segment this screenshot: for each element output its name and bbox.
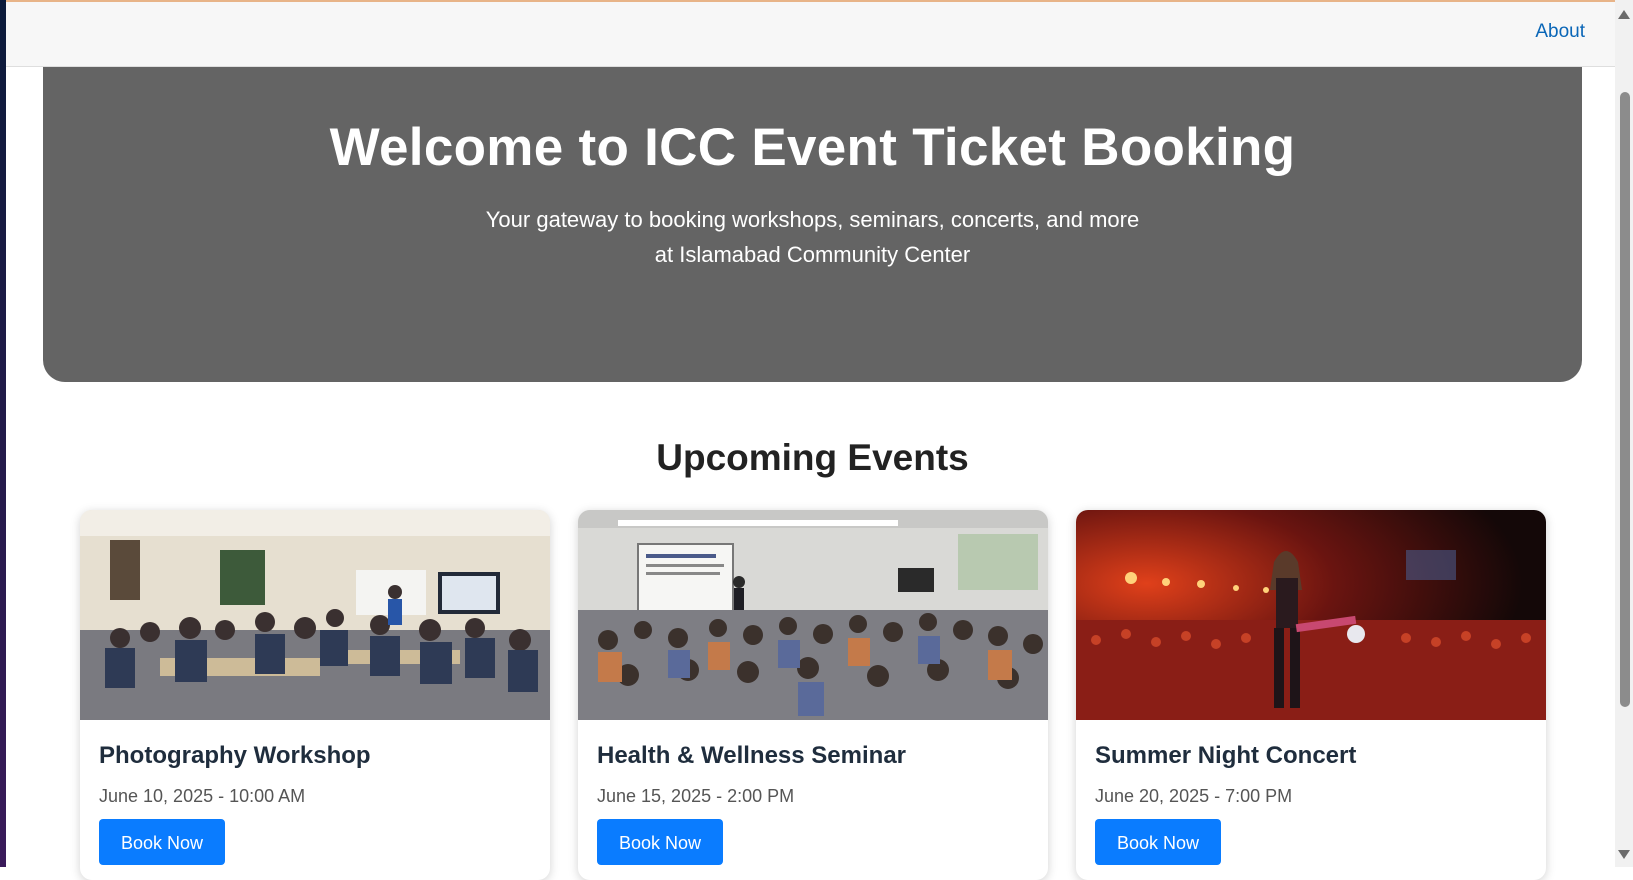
hero-subtitle-line-1: Your gateway to booking workshops, semin… — [485, 207, 1140, 232]
workshop-photo — [80, 510, 550, 720]
top-navbar: About — [6, 0, 1615, 67]
book-now-button-photography-workshop[interactable]: Book Now — [99, 819, 225, 865]
event-card-health-wellness-seminar: Health & Wellness Seminar June 15, 2025 … — [578, 510, 1048, 880]
scrollbar-thumb[interactable] — [1620, 92, 1630, 707]
event-title: Photography Workshop — [99, 742, 371, 769]
event-datetime: June 10, 2025 - 10:00 AM — [99, 786, 306, 806]
seminar-photo — [578, 510, 1048, 720]
nav-about-link[interactable]: About — [1535, 21, 1585, 43]
hero-subtitle-line-2: at Islamabad Community Center — [654, 242, 971, 267]
vertical-scrollbar[interactable] — [1615, 0, 1633, 867]
hero-banner: Welcome to ICC Event Ticket Booking Your… — [43, 67, 1582, 382]
scroll-up-arrow-icon[interactable] — [1618, 10, 1630, 19]
hero-subtitle: Your gateway to booking workshops, semin… — [43, 202, 1582, 272]
event-card-summer-night-concert: Summer Night Concert June 20, 2025 - 7:0… — [1076, 510, 1546, 880]
event-title: Summer Night Concert — [1095, 742, 1357, 769]
event-title: Health & Wellness Seminar — [597, 742, 906, 769]
book-now-button-health-wellness-seminar[interactable]: Book Now — [597, 819, 723, 865]
scroll-down-arrow-icon[interactable] — [1618, 850, 1630, 859]
event-datetime: June 20, 2025 - 7:00 PM — [1095, 786, 1293, 806]
background-window-edge — [0, 0, 6, 867]
event-card-photography-workshop: Photography Workshop June 10, 2025 - 10:… — [80, 510, 550, 880]
event-datetime: June 15, 2025 - 2:00 PM — [597, 786, 795, 806]
hero-title: Welcome to ICC Event Ticket Booking — [329, 118, 1296, 177]
upcoming-events-heading: Upcoming Events — [656, 437, 969, 478]
concert-photo — [1076, 510, 1546, 720]
book-now-button-summer-night-concert[interactable]: Book Now — [1095, 819, 1221, 865]
